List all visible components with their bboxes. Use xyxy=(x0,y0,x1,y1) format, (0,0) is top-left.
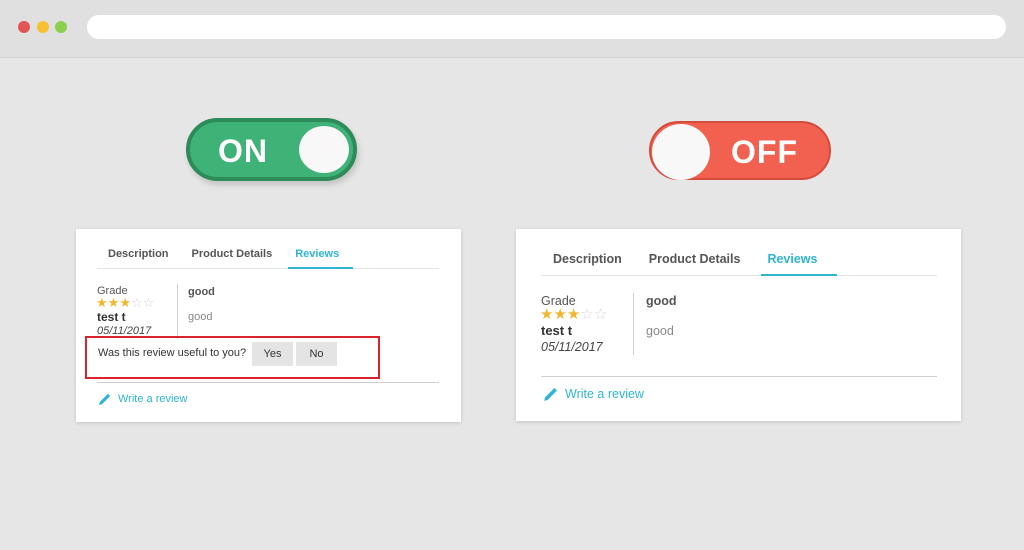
star-empty-icon: ☆ xyxy=(130,295,143,310)
close-window-button[interactable] xyxy=(18,21,30,33)
tab-product-details[interactable]: Product Details xyxy=(192,248,273,260)
star-filled-icon: ★ xyxy=(119,295,131,310)
review-title: good xyxy=(646,294,677,308)
pencil-icon xyxy=(99,393,111,405)
star-filled-icon: ★ xyxy=(540,306,554,323)
star-rating: ★ ★ ★ ☆ ☆ xyxy=(540,307,607,322)
tab-divider xyxy=(97,268,439,269)
review-body: good xyxy=(188,311,213,323)
star-empty-icon: ☆ xyxy=(593,306,608,323)
toggle-off-label: OFF xyxy=(731,134,798,170)
star-empty-icon: ☆ xyxy=(142,295,155,310)
active-tab-indicator xyxy=(761,274,837,276)
write-review-link[interactable]: Write a review xyxy=(98,392,187,406)
tab-product-details[interactable]: Product Details xyxy=(649,252,741,266)
tab-reviews[interactable]: Reviews xyxy=(767,252,817,266)
review-author: test t xyxy=(97,310,126,324)
write-review-label: Write a review xyxy=(565,387,644,401)
star-rating: ★ ★ ★ ☆ ☆ xyxy=(96,296,154,309)
toggle-on-switch[interactable]: ON xyxy=(186,118,357,181)
useful-no-button[interactable]: No xyxy=(296,342,337,366)
useful-yes-button[interactable]: Yes xyxy=(252,342,293,366)
column-divider xyxy=(633,293,634,355)
star-filled-icon: ★ xyxy=(566,306,581,323)
column-divider xyxy=(177,284,178,339)
useful-question: Was this review useful to you? xyxy=(98,347,247,359)
section-divider xyxy=(97,382,439,383)
active-tab-indicator xyxy=(288,267,353,269)
star-filled-icon: ★ xyxy=(107,295,120,310)
toggle-knob xyxy=(299,126,349,173)
section-divider xyxy=(541,376,937,377)
review-body: good xyxy=(646,324,674,338)
useful-highlight-box: Was this review useful to you? Yes No xyxy=(85,336,380,379)
tab-reviews[interactable]: Reviews xyxy=(295,248,339,260)
product-tabs: Description Product Details Reviews xyxy=(553,252,844,266)
toggle-knob xyxy=(652,124,710,180)
star-empty-icon: ☆ xyxy=(580,306,594,323)
address-bar[interactable] xyxy=(87,15,1006,39)
maximize-window-button[interactable] xyxy=(55,21,67,33)
review-title: good xyxy=(188,286,215,298)
star-filled-icon: ★ xyxy=(553,306,567,323)
star-filled-icon: ★ xyxy=(96,295,108,310)
review-date: 05/11/2017 xyxy=(541,340,603,354)
toggle-off-switch[interactable]: OFF xyxy=(649,121,831,180)
pencil-icon xyxy=(544,388,557,401)
product-tabs: Description Product Details Reviews xyxy=(108,248,362,260)
write-review-link[interactable]: Write a review xyxy=(543,386,644,402)
toggle-on-label: ON xyxy=(218,133,268,169)
tab-description[interactable]: Description xyxy=(553,252,622,266)
write-review-label: Write a review xyxy=(118,393,188,405)
reviews-panel-off: Description Product Details Reviews Grad… xyxy=(516,229,961,421)
minimize-window-button[interactable] xyxy=(37,21,49,33)
review-author: test t xyxy=(541,323,573,338)
browser-chrome xyxy=(0,0,1024,58)
tab-divider xyxy=(541,275,937,276)
tab-description[interactable]: Description xyxy=(108,248,169,260)
reviews-panel-on: Description Product Details Reviews Grad… xyxy=(76,229,461,422)
